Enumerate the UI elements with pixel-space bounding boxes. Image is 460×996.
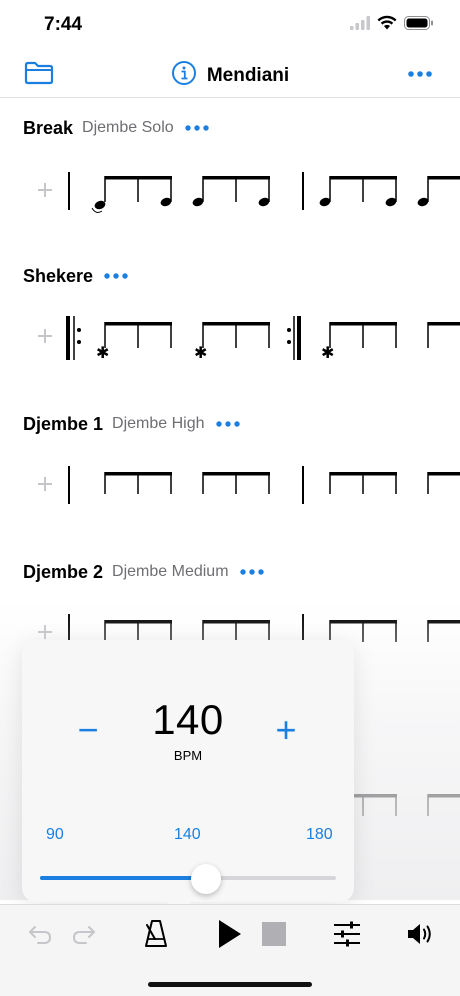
- page-title: Mendiani: [206, 64, 290, 86]
- more-icon: [184, 125, 209, 131]
- metronome-button[interactable]: [142, 915, 170, 953]
- track-instrument: Djembe Medium: [112, 563, 229, 580]
- nav-bar: Mendiani: [0, 50, 460, 98]
- play-icon: [219, 920, 241, 948]
- track-header: Break Djembe Solo: [23, 116, 211, 140]
- svg-text:✱: ✱: [96, 343, 109, 362]
- stop-button[interactable]: [260, 915, 288, 953]
- svg-text:✱: ✱: [321, 343, 334, 362]
- svg-text:✱: ✱: [194, 343, 207, 362]
- track-header: Djembe 1 Djembe High: [23, 412, 242, 436]
- track-break: Break Djembe Solo: [0, 116, 460, 264]
- undo-button[interactable]: [26, 915, 54, 953]
- add-measure-icon: [38, 477, 52, 491]
- increase-tempo-button[interactable]: +: [266, 712, 306, 752]
- track-more-button[interactable]: [214, 414, 242, 434]
- cellular-signal-icon: [350, 15, 370, 30]
- status-time: 7:44: [44, 14, 83, 35]
- more-options-button[interactable]: [406, 64, 436, 84]
- tempo-popover: − 140 BPM + 90 140 180: [22, 640, 354, 914]
- status-bar: 7:44: [0, 0, 460, 50]
- track-staff[interactable]: [0, 160, 460, 220]
- track-header: Shekere: [23, 264, 130, 288]
- tempo-slider[interactable]: [40, 864, 336, 894]
- play-button[interactable]: [214, 915, 244, 953]
- more-icon: [408, 71, 432, 77]
- tempo-scale-max: 180: [306, 826, 333, 843]
- track-instrument: Djembe Solo: [82, 119, 174, 136]
- volume-button[interactable]: [406, 915, 436, 953]
- more-icon: [239, 569, 264, 575]
- track-djembe-1: Djembe 1 Djembe High: [0, 412, 460, 560]
- undo-icon: [29, 926, 52, 944]
- track-header: Djembe 2 Djembe Medium: [23, 560, 266, 584]
- track-more-button[interactable]: [238, 562, 266, 582]
- wifi-icon: [377, 15, 397, 30]
- redo-icon: [72, 926, 95, 944]
- tempo-slider-thumb[interactable]: [190, 864, 221, 894]
- track-shekere: Shekere ✱ ✱ ✱: [0, 264, 460, 412]
- track-name: Shekere: [23, 265, 94, 286]
- redo-button[interactable]: [70, 915, 98, 953]
- home-indicator: [148, 982, 312, 987]
- tempo-slider-fill: [40, 876, 206, 880]
- more-icon: [104, 273, 128, 279]
- home-area: [0, 962, 460, 996]
- track-name: Djembe 2: [23, 561, 104, 582]
- more-icon: [215, 421, 240, 427]
- add-measure-icon: [38, 183, 52, 197]
- nav-title-group: Mendiani: [0, 60, 460, 91]
- status-icons: [350, 15, 434, 30]
- bottom-toolbar: [0, 904, 460, 962]
- track-more-button[interactable]: [102, 266, 130, 286]
- info-button[interactable]: [171, 60, 197, 91]
- mixer-button[interactable]: [332, 915, 362, 953]
- track-name: Djembe 1: [23, 413, 104, 434]
- stop-icon: [262, 922, 286, 946]
- metronome-icon: [145, 920, 167, 947]
- track-instrument: Djembe High: [112, 415, 205, 432]
- mixer-icon: [334, 921, 360, 947]
- tempo-scale-min: 90: [46, 826, 64, 843]
- add-measure-icon: [38, 329, 52, 343]
- track-staff[interactable]: [0, 456, 460, 516]
- track-more-button[interactable]: [183, 118, 211, 138]
- track-staff[interactable]: ✱ ✱ ✱: [0, 308, 460, 368]
- tempo-scale-mid: 140: [174, 826, 201, 843]
- battery-icon: [404, 15, 433, 30]
- volume-icon: [408, 924, 431, 944]
- info-icon: [171, 61, 196, 85]
- track-name: Break: [23, 117, 74, 138]
